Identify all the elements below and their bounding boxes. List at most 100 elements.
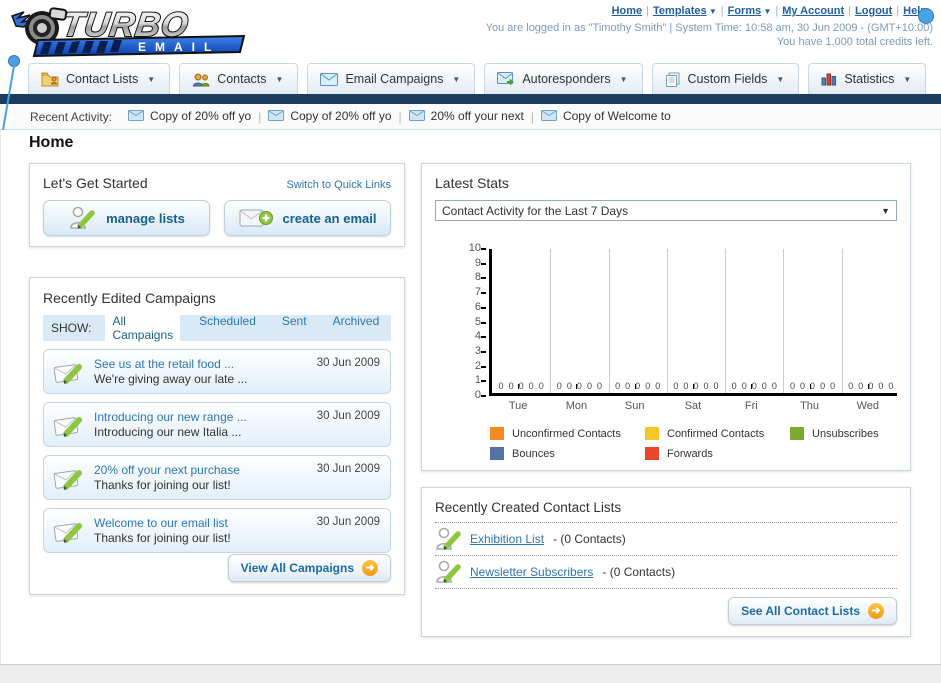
value-label: 0	[518, 381, 524, 391]
contacts-people-icon	[192, 72, 210, 87]
campaign-row[interactable]: See us at the retail food ... We're givin…	[43, 349, 391, 394]
nav-tab-autoresponders[interactable]: Autoresponders ▼	[484, 63, 643, 94]
chevron-down-icon: ▼	[881, 205, 890, 216]
x-axis-tick	[693, 384, 694, 389]
value-label: 0	[751, 381, 757, 391]
chevron-down-icon: ▼	[706, 7, 717, 16]
chevron-down-icon: ▼	[147, 74, 156, 84]
y-axis-label: 4	[474, 330, 481, 343]
campaign-date: 30 Jun 2009	[316, 463, 380, 475]
y-axis-tick	[481, 306, 486, 309]
value-label: 0	[810, 381, 816, 391]
switch-to-quick-links-link[interactable]: Switch to Quick Links	[286, 179, 391, 191]
header-link-templates[interactable]: Templates	[653, 5, 707, 17]
legend-label: Confirmed Contacts	[667, 427, 765, 440]
campaign-row[interactable]: 20% off your next purchase Thanks for joi…	[43, 455, 391, 500]
campaigns-tab-archived[interactable]: Archived	[326, 311, 387, 345]
stats-period-dropdown[interactable]: Contact Activity for the Last 7 Days ▼	[435, 200, 897, 221]
contact-list-row[interactable]: Newsletter Subscribers - (0 Contacts)	[435, 556, 897, 589]
list-edit-icon	[435, 526, 461, 552]
campaign-text: See us at the retail food ... We're givin…	[94, 356, 317, 387]
contact-list-name-link[interactable]: Exhibition List	[470, 532, 544, 546]
recent-activity-item[interactable]: 20% off your next	[408, 109, 524, 123]
zero-value-labels: 00000	[554, 381, 604, 391]
value-label: 0	[878, 381, 884, 391]
create-an-email-button[interactable]: create an email	[224, 200, 391, 236]
contact-list-name-link[interactable]: Newsletter Subscribers	[470, 565, 593, 579]
campaigns-tabstrip: SHOW: All Campaigns Scheduled Sent Archived	[43, 311, 391, 345]
y-axis-label: 9	[474, 256, 481, 269]
value-label: 0	[868, 381, 874, 391]
recent-activity-label: Recent Activity:	[30, 109, 113, 124]
y-axis-tick	[481, 350, 486, 353]
x-axis-tick	[576, 384, 578, 389]
nav-divider-bar	[0, 94, 941, 104]
value-label: 0	[888, 381, 894, 391]
campaign-edit-icon	[52, 464, 86, 492]
contact-list-count: - (0 Contacts)	[553, 532, 626, 546]
envelope-icon	[268, 110, 285, 122]
legend-swatch-icon	[645, 447, 659, 460]
legend-item: Forwards	[645, 447, 790, 460]
campaign-title-link[interactable]: See us at the retail food ...	[94, 357, 234, 371]
nav-tab-label: Email Campaigns	[345, 72, 444, 86]
legend-label: Forwards	[667, 447, 713, 460]
nav-tab-contacts[interactable]: Contacts ▼	[179, 63, 299, 94]
latest-stats-title: Latest Stats	[435, 175, 509, 191]
campaign-title-link[interactable]: Welcome to our email list	[94, 516, 228, 530]
legend-swatch-icon	[490, 447, 504, 460]
legend-item: Unsubscribes	[790, 427, 900, 440]
view-all-campaigns-button[interactable]: View All Campaigns ➜	[227, 554, 391, 582]
contact-activity-chart: 0000000000000000000000000000000000001234…	[422, 234, 912, 412]
y-axis-label: 6	[474, 300, 481, 313]
chevron-down-icon: ▼	[776, 74, 785, 84]
campaign-title-link[interactable]: 20% off your next purchase	[94, 463, 240, 477]
header-link-home[interactable]: Home	[612, 5, 643, 17]
autoresponder-envelope-icon	[497, 72, 515, 86]
x-axis-tick	[751, 384, 753, 389]
nav-tab-contact-lists[interactable]: Contact Lists ▼	[28, 63, 171, 94]
x-axis-tick	[634, 384, 636, 389]
y-axis-tick	[481, 321, 486, 324]
main-nav: Contact Lists ▼ Contacts ▼ Email Campaigns ▼ A…	[28, 63, 927, 94]
header-link-my-account[interactable]: My Account	[782, 5, 844, 17]
value-label: 0	[703, 381, 709, 391]
value-label: 0	[655, 381, 661, 391]
logo-subtitle-text: EMAIL	[138, 40, 220, 54]
recent-activity-item[interactable]: Copy of 20% off yo	[268, 109, 392, 123]
x-axis-tick	[809, 384, 811, 389]
manage-lists-button[interactable]: manage lists	[43, 200, 210, 236]
nav-tab-custom-fields[interactable]: Custom Fields ▼	[651, 63, 800, 94]
recent-activity-item[interactable]: Copy of 20% off yo	[128, 109, 251, 123]
value-label: 0	[830, 381, 836, 391]
recent-activity-item[interactable]: Copy of Welcome to	[540, 109, 671, 123]
value-label: 0	[586, 381, 592, 391]
contact-list-row[interactable]: Exhibition List - (0 Contacts)	[435, 523, 897, 556]
recent-activity-bar: Recent Activity: Copy of 20% off yo | Copy…	[0, 104, 941, 130]
header-link-logout[interactable]: Logout	[855, 5, 892, 17]
legend-swatch-icon	[645, 427, 659, 440]
x-axis-label: Sat	[684, 400, 702, 412]
campaign-title-link[interactable]: Introducing our new range ...	[94, 410, 247, 424]
nav-tab-email-campaigns[interactable]: Email Campaigns ▼	[307, 63, 476, 94]
campaign-row[interactable]: Welcome to our email list Thanks for join…	[43, 508, 391, 553]
campaigns-tab-sent[interactable]: Sent	[275, 311, 314, 345]
campaign-subtitle: Introducing our new Italia ...	[94, 425, 242, 439]
campaigns-tab-scheduled[interactable]: Scheduled	[192, 311, 263, 345]
value-label: 0	[741, 381, 747, 391]
zero-value-labels: 00000	[496, 381, 546, 391]
campaign-text: Introducing our new range ... Introducing…	[94, 409, 317, 440]
legend-label: Unsubscribes	[812, 427, 879, 440]
header-link-forms[interactable]: Forms	[728, 5, 762, 17]
nav-tab-statistics[interactable]: Statistics ▼	[808, 63, 927, 94]
see-all-contact-lists-button[interactable]: See All Contact Lists ➜	[728, 597, 897, 625]
value-label: 0	[789, 381, 795, 391]
y-axis-tick	[481, 262, 486, 265]
legend-swatch-icon	[490, 427, 504, 440]
campaign-row[interactable]: Introducing our new range ... Introducing…	[43, 402, 391, 447]
campaigns-tab-all-campaigns[interactable]: All Campaigns	[105, 311, 181, 345]
value-label: 0	[566, 381, 572, 391]
y-axis-label: 2	[474, 359, 481, 372]
value-label: 0	[848, 381, 854, 391]
envelope-icon	[408, 110, 425, 122]
